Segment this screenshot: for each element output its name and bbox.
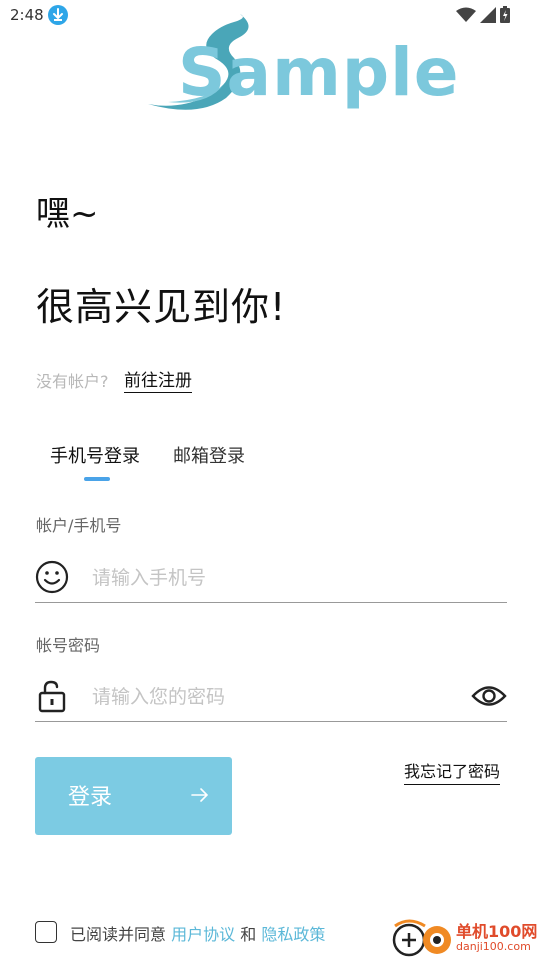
lock-icon [38,680,66,713]
password-input[interactable] [90,679,464,715]
agreement-prefix: 已阅读并同意 [70,925,167,944]
agreement-and: 和 [240,925,257,944]
phone-input[interactable] [90,560,464,596]
greeting: 嘿~ [36,194,99,234]
login-button-label: 登录 [68,785,113,810]
forgot-password-link[interactable]: 我忘记了密码 [404,758,501,785]
register-link[interactable]: 前往注册 [124,366,192,393]
logo-text: Sample [178,34,460,111]
battery-icon [500,6,510,23]
phone-field [35,552,507,603]
watermark-logo-icon [392,919,451,957]
password-label: 帐号密码 [36,636,101,655]
status-icons [456,6,510,23]
wifi-icon [456,7,476,22]
signal-icon [480,6,496,23]
account-label: 帐户/手机号 [36,516,122,535]
tab-email-login[interactable]: 邮箱登录 [173,442,245,468]
tab-phone-login[interactable]: 手机号登录 [50,442,140,468]
no-account-prompt: 没有帐户? [36,372,109,391]
watermark-url: danji100.com [456,940,531,953]
login-button[interactable]: 登录 [35,757,232,835]
smiley-icon [35,560,69,594]
download-icon [48,5,68,25]
user-agreement-link[interactable]: 用户协议 [171,925,235,944]
watermark-title: 单机100网 [456,922,538,941]
tab-indicator [84,477,110,481]
agreement-text: 已阅读并同意 用户协议 和 隐私政策 [70,921,325,945]
arrow-right-icon [191,788,209,802]
privacy-policy-link[interactable]: 隐私政策 [261,925,325,944]
eye-icon[interactable] [471,681,507,711]
agreement-checkbox[interactable] [35,921,57,943]
status-time: 2:48 [10,6,44,24]
password-field [35,671,507,722]
headline: 很高兴见到你! [36,285,287,329]
